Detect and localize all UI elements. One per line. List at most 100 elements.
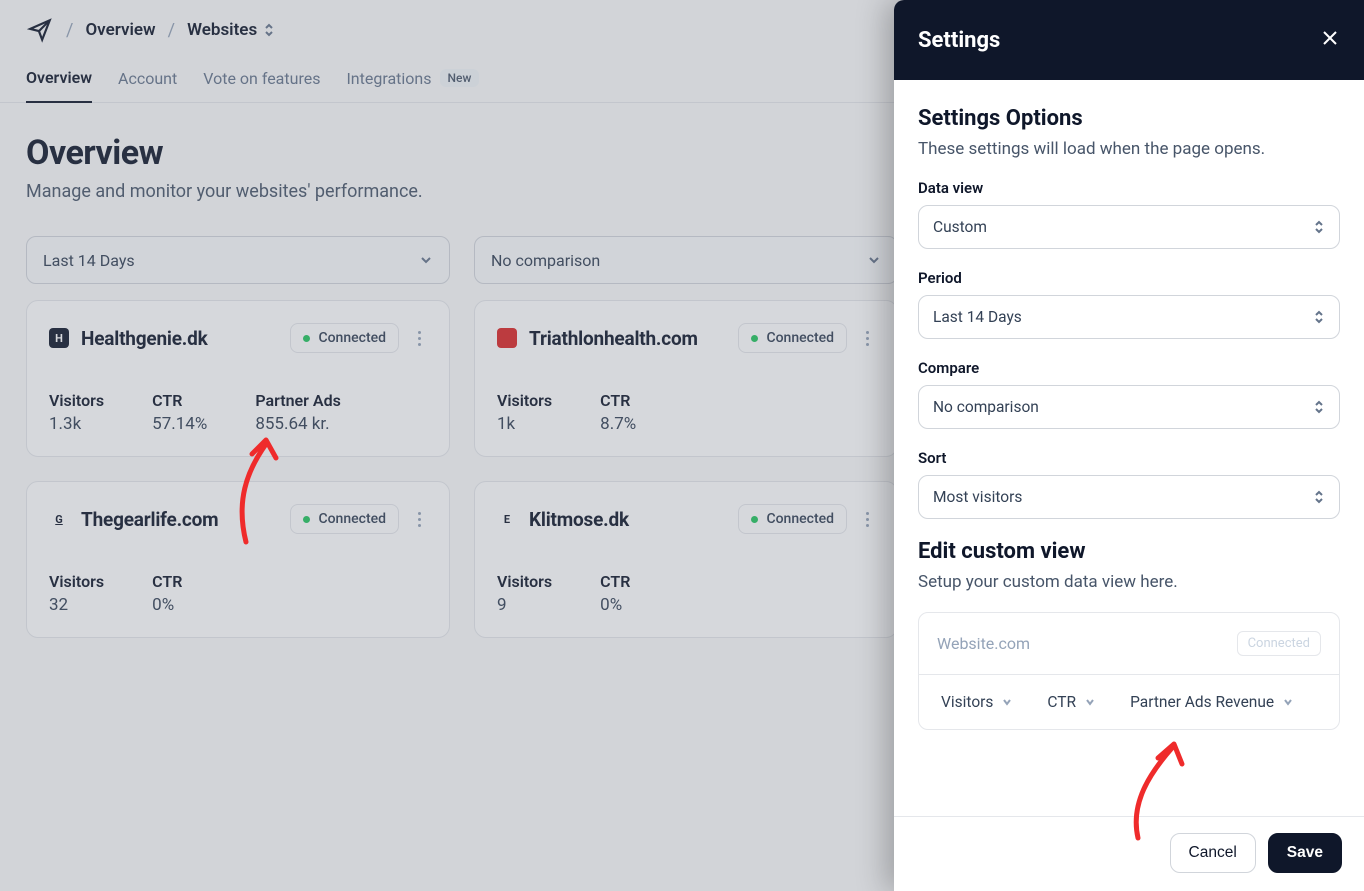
status-badge: Connected: [738, 323, 847, 353]
drawer-header: Settings: [894, 0, 1364, 80]
drawer-compare-select[interactable]: No comparison: [918, 385, 1340, 429]
section-title: Settings Options: [918, 106, 1340, 131]
stat-value: 9: [497, 595, 552, 615]
site-card[interactable]: E Klitmose.dk Connected Visitors 9 CTR 0…: [474, 481, 898, 638]
status-text: Connected: [766, 330, 834, 346]
stat-label: Visitors: [497, 391, 552, 410]
status-badge: Connected: [290, 504, 399, 534]
data-view-select[interactable]: Custom: [918, 205, 1340, 249]
drawer-footer: Cancel Save: [894, 816, 1364, 891]
select-value: Most visitors: [933, 488, 1022, 506]
tab-overview[interactable]: Overview: [26, 68, 92, 103]
status-text: Connected: [318, 511, 386, 527]
close-icon: [1320, 28, 1340, 48]
site-favicon: [497, 328, 517, 348]
custom-view-example: Website.com Connected Visitors CTR Partn…: [918, 612, 1340, 730]
stat-label: Visitors: [497, 572, 552, 591]
save-button[interactable]: Save: [1268, 833, 1342, 873]
status-dot-icon: [751, 335, 758, 342]
stat-value: 32: [49, 595, 104, 615]
column-label: Partner Ads Revenue: [1130, 693, 1274, 711]
updown-icon: [1313, 488, 1325, 506]
site-card[interactable]: Triathlonhealth.com Connected Visitors 1…: [474, 300, 898, 457]
status-badge: Connected: [738, 504, 847, 534]
site-name: Healthgenie.dk: [81, 327, 208, 350]
select-value: Last 14 Days: [933, 308, 1022, 326]
paper-plane-icon: [27, 17, 53, 43]
chevron-down-icon: [419, 253, 433, 267]
tab-vote[interactable]: Vote on features: [203, 69, 320, 102]
cancel-button[interactable]: Cancel: [1170, 833, 1256, 873]
drawer-body: Settings Options These settings will loa…: [894, 80, 1364, 816]
sort-label: Sort: [918, 449, 1340, 467]
close-button[interactable]: [1320, 28, 1340, 52]
status-dot-icon: [303, 335, 310, 342]
stat-value: 0%: [600, 595, 630, 615]
section-subtitle: Setup your custom data view here.: [918, 572, 1340, 592]
site-card[interactable]: G Thegearlife.com Connected Visitors 32 …: [26, 481, 450, 638]
chevron-down-icon: [1084, 696, 1096, 708]
drawer-period-select[interactable]: Last 14 Days: [918, 295, 1340, 339]
stat-label: CTR: [600, 391, 636, 410]
tab-label: Account: [118, 69, 177, 88]
period-select[interactable]: Last 14 Days: [26, 236, 450, 284]
select-value: No comparison: [933, 398, 1039, 416]
breadcrumb-label: Websites: [187, 20, 257, 40]
status-badge: Connected: [290, 323, 399, 353]
more-icon[interactable]: [411, 331, 427, 346]
more-icon[interactable]: [859, 512, 875, 527]
stat-label: Visitors: [49, 391, 104, 410]
more-icon[interactable]: [859, 331, 875, 346]
breadcrumb-separator: /: [66, 20, 73, 41]
status-text: Connected: [766, 511, 834, 527]
updown-icon: [1313, 308, 1325, 326]
updown-icon: [263, 22, 275, 38]
example-status-badge: Connected: [1237, 631, 1321, 656]
stat-label: Partner Ads: [255, 391, 341, 410]
stat-value: 1k: [497, 414, 552, 434]
column-label: CTR: [1047, 693, 1076, 711]
tab-integrations[interactable]: Integrations New: [346, 69, 479, 102]
breadcrumb-websites[interactable]: Websites: [187, 20, 275, 40]
column-label: Visitors: [941, 693, 993, 711]
breadcrumb-separator: /: [168, 20, 175, 41]
site-name: Triathlonhealth.com: [529, 327, 698, 350]
more-icon[interactable]: [411, 512, 427, 527]
compare-select[interactable]: No comparison: [474, 236, 898, 284]
breadcrumb-overview[interactable]: Overview: [85, 20, 155, 40]
custom-column-select[interactable]: CTR: [1047, 693, 1096, 711]
compare-label: Compare: [918, 359, 1340, 377]
stat-value: 855.64 kr.: [255, 414, 341, 434]
updown-icon: [1313, 218, 1325, 236]
stat-value: 8.7%: [600, 414, 636, 434]
tab-label: Vote on features: [203, 69, 320, 88]
app-logo[interactable]: [26, 16, 54, 44]
chevron-down-icon: [867, 253, 881, 267]
section-title: Edit custom view: [918, 539, 1340, 564]
custom-column-select[interactable]: Partner Ads Revenue: [1130, 693, 1294, 711]
tab-label: Integrations: [346, 69, 431, 88]
button-label: Save: [1287, 844, 1323, 861]
site-name: Klitmose.dk: [529, 508, 629, 531]
example-site-name: Website.com: [937, 634, 1030, 653]
button-label: Cancel: [1189, 844, 1237, 861]
chevron-down-icon: [1001, 696, 1013, 708]
breadcrumb-label: Overview: [85, 20, 155, 40]
status-text: Connected: [318, 330, 386, 346]
site-favicon: G: [49, 509, 69, 529]
data-view-label: Data view: [918, 179, 1340, 197]
period-label: Period: [918, 269, 1340, 287]
tab-account[interactable]: Account: [118, 69, 177, 102]
stat-value: 57.14%: [152, 414, 207, 434]
section-subtitle: These settings will load when the page o…: [918, 139, 1340, 159]
site-favicon: H: [49, 328, 69, 348]
custom-column-select[interactable]: Visitors: [941, 693, 1013, 711]
stat-label: CTR: [600, 572, 630, 591]
new-badge: New: [440, 69, 480, 87]
drawer-sort-select[interactable]: Most visitors: [918, 475, 1340, 519]
tab-label: Overview: [26, 68, 92, 87]
site-card[interactable]: H Healthgenie.dk Connected Visitors 1.3k…: [26, 300, 450, 457]
site-favicon: E: [497, 509, 517, 529]
drawer-title: Settings: [918, 28, 1000, 53]
select-value: Custom: [933, 218, 987, 236]
